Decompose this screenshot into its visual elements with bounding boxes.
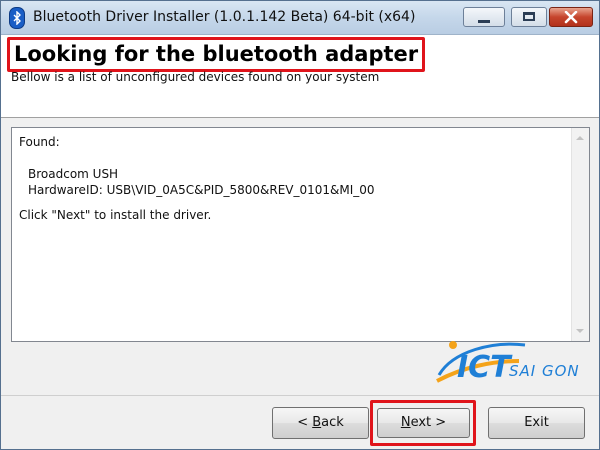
install-instruction: Click "Next" to install the driver. (19, 208, 212, 222)
window-title: Bluetooth Driver Installer (1.0.1.142 Be… (33, 9, 416, 25)
ict-saigon-logo: ICT SAI GON (436, 341, 580, 385)
devices-list-content: Found: Broadcom USH HardwareID: USB\VID_… (19, 134, 375, 223)
wizard-header: Looking for the bluetooth adapter Bellow… (1, 35, 599, 118)
found-label: Found: (19, 135, 60, 149)
page-subtitle: Bellow is a list of unconfigured devices… (11, 70, 380, 84)
bluetooth-icon (9, 7, 25, 29)
close-icon (564, 11, 578, 24)
device-name: Broadcom USH (28, 167, 119, 181)
next-label: ext > (410, 415, 447, 430)
logo-sub-text: SAI GON (509, 362, 580, 380)
next-mnemonic: N (400, 415, 411, 430)
title-bar[interactable]: Bluetooth Driver Installer (1.0.1.142 Be… (1, 1, 599, 35)
back-button[interactable]: < Back (272, 407, 369, 439)
minimize-icon (478, 20, 490, 23)
back-mnemonic: B (312, 415, 322, 430)
back-label: ack (321, 415, 344, 430)
devices-list[interactable]: Found: Broadcom USH HardwareID: USB\VID_… (11, 127, 590, 342)
close-button[interactable] (549, 7, 593, 27)
exit-button[interactable]: Exit (488, 407, 585, 439)
scroll-up-icon[interactable] (576, 136, 584, 140)
maximize-icon (523, 12, 535, 21)
hardware-id: HardwareID: USB\VID_0A5C&PID_5800&REV_01… (28, 183, 375, 197)
minimize-button[interactable] (463, 7, 505, 27)
next-button[interactable]: Next > (377, 408, 470, 438)
installer-window: Bluetooth Driver Installer (1.0.1.142 Be… (0, 0, 600, 450)
back-prefix: < (297, 415, 313, 430)
maximize-button[interactable] (511, 7, 547, 27)
footer-divider (1, 395, 599, 396)
vertical-scrollbar[interactable] (571, 128, 589, 341)
page-title: Looking for the bluetooth adapter (7, 37, 426, 72)
logo-main-text: ICT (457, 350, 513, 385)
